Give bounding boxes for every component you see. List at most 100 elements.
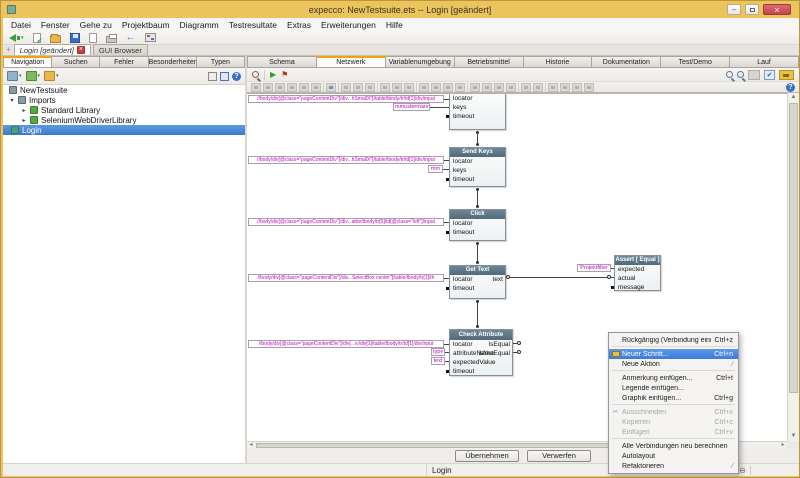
- collapse-icon[interactable]: ⊖: [739, 466, 746, 475]
- menu-item-autolayout[interactable]: Autolayout: [609, 451, 738, 461]
- expander-icon[interactable]: ▸: [21, 117, 27, 124]
- scroll-right-icon[interactable]: ▸: [779, 442, 787, 449]
- diagram-tool-icon[interactable]: [521, 83, 531, 92]
- diagram-tool-icon[interactable]: [287, 83, 297, 92]
- pin-label[interactable]: keys: [453, 166, 466, 175]
- pin-label[interactable]: isNotEqual: [479, 349, 510, 358]
- node-assert-equal[interactable]: Assert [ Equal ] expected actual message: [614, 255, 661, 291]
- diagram-tool-icon[interactable]: [431, 83, 441, 92]
- zoom-out-icon[interactable]: [737, 71, 744, 78]
- accept-button[interactable]: ✔: [33, 33, 41, 43]
- maximize-button[interactable]: [745, 4, 759, 15]
- menu-extras[interactable]: Extras: [282, 19, 316, 31]
- diagram-tool-icon[interactable]: [365, 83, 375, 92]
- diagram-tool-icon[interactable]: [404, 83, 414, 92]
- diagram-tool-icon[interactable]: [419, 83, 429, 92]
- diagram-tool-icon[interactable]: [533, 83, 543, 92]
- diagram-tool-icon[interactable]: [392, 83, 402, 92]
- pin-label[interactable]: expected: [618, 265, 644, 274]
- menu-item-graphik[interactable]: Graphik einfügen... Ctrl+g: [609, 393, 738, 403]
- close-icon[interactable]: ×: [77, 46, 85, 54]
- menu-datei[interactable]: Datei: [6, 19, 36, 31]
- pin-label[interactable]: keys: [453, 103, 466, 112]
- menu-item-anmerkung[interactable]: Anmerkung einfügen... Ctrl+t: [609, 373, 738, 383]
- new-folder-button[interactable]: ▾: [44, 71, 59, 81]
- tab-historie[interactable]: Historie: [524, 56, 593, 68]
- menu-erweiterungen[interactable]: Erweiterungen: [316, 19, 381, 31]
- vertical-scrollbar[interactable]: ▲ ▼: [787, 93, 799, 441]
- tree-item-standard-library[interactable]: ▸ Standard Library: [3, 105, 245, 115]
- pin-label[interactable]: locator: [453, 219, 473, 228]
- diagram-tool-icon[interactable]: [341, 83, 351, 92]
- literal-value[interactable]: mm: [428, 165, 443, 173]
- search-icon[interactable]: [252, 71, 259, 78]
- help-icon[interactable]: ?: [786, 83, 795, 92]
- history-button[interactable]: [145, 33, 156, 42]
- diagram-tool-icon[interactable]: [299, 83, 309, 92]
- diagram-tool-icon[interactable]: [548, 83, 558, 92]
- menu-item-neuer-schritt[interactable]: Neuer Schritt... Ctrl+n: [609, 349, 738, 359]
- tab-test-demo[interactable]: Test/Demo: [661, 56, 730, 68]
- open-button[interactable]: [50, 33, 61, 43]
- run-icon[interactable]: ▶: [270, 70, 276, 80]
- literal-xpath[interactable]: //body/div[@class="pageContentDiv"]/div.…: [248, 218, 444, 226]
- diagram-tool-icon[interactable]: [251, 83, 261, 92]
- print-button[interactable]: [106, 33, 117, 43]
- diagram-tool-icon[interactable]: [380, 83, 390, 92]
- diagram-tool-icon[interactable]: [584, 83, 594, 92]
- tree-item-seleniumwebdriverlibrary[interactable]: ▸ SeleniumWebDriverLibrary: [3, 115, 245, 125]
- diagram-tool-icon[interactable]: [494, 83, 504, 92]
- literal-xpath[interactable]: //body/div[@class="pageContentDiv"]/div.…: [248, 95, 444, 103]
- diagram-tool-icon[interactable]: [455, 83, 465, 92]
- node-check-attribute[interactable]: Check Attribute locatorisEqual attribute…: [449, 329, 513, 376]
- pin-label[interactable]: locator: [453, 157, 473, 166]
- pin-label[interactable]: timeout: [453, 228, 474, 237]
- tab-suchen[interactable]: Suchen: [52, 56, 100, 68]
- scrollbar-thumb[interactable]: [789, 103, 798, 393]
- minimize-button[interactable]: –: [727, 4, 741, 15]
- diagram-tool-icon[interactable]: [326, 83, 336, 92]
- pin-label[interactable]: text: [493, 275, 503, 284]
- tab-dokumentation[interactable]: Dokumentation: [592, 56, 661, 68]
- undo-button[interactable]: ←: [126, 33, 136, 43]
- add-tab-button[interactable]: +: [6, 45, 11, 54]
- pin-label[interactable]: actual: [618, 274, 635, 283]
- new-item-button[interactable]: ▾: [7, 71, 22, 81]
- literal-xpath[interactable]: //body/div[@class="pageContentDiv"]/div.…: [248, 156, 444, 164]
- back-button[interactable]: ▾: [9, 34, 24, 42]
- tab-fehler[interactable]: Fehler: [100, 56, 148, 68]
- scroll-down-icon[interactable]: ▼: [788, 432, 799, 441]
- help-icon[interactable]: ?: [232, 72, 241, 81]
- scroll-left-icon[interactable]: ◂: [247, 442, 255, 449]
- pin-label[interactable]: isEqual: [489, 340, 510, 349]
- diagram-tool-icon[interactable]: [275, 83, 285, 92]
- menu-item-kopieren[interactable]: Kopieren Ctrl+c: [609, 417, 738, 427]
- diagram-tool-icon[interactable]: [560, 83, 570, 92]
- diagram-tool-icon[interactable]: [443, 83, 453, 92]
- tab-login[interactable]: Login [geändert] ×: [14, 44, 91, 55]
- tab-typen[interactable]: Typen: [197, 56, 245, 68]
- scroll-up-icon[interactable]: ▲: [788, 93, 799, 102]
- diagram-tool-icon[interactable]: [506, 83, 516, 92]
- menu-diagramm[interactable]: Diagramm: [175, 19, 224, 31]
- discard-button[interactable]: Verwerfen: [527, 450, 591, 462]
- tab-navigation[interactable]: Navigation: [3, 56, 52, 68]
- menu-projektbaum[interactable]: Projektbaum: [117, 19, 175, 31]
- menu-item-undo[interactable]: Rückgängig (Verbindung einrichten) Ctrl+…: [609, 335, 738, 345]
- diagram-tool-icon[interactable]: [482, 83, 492, 92]
- fit-view-button[interactable]: [748, 70, 760, 80]
- tree-item-newtestsuite[interactable]: NewTestsuite: [3, 85, 245, 95]
- snap-checkbox[interactable]: ✔: [764, 70, 775, 80]
- menu-testresultate[interactable]: Testresultate: [224, 19, 282, 31]
- tab-besonderheiten[interactable]: Besonderheiten: [149, 56, 197, 68]
- tab-lauf[interactable]: Lauf: [730, 56, 799, 68]
- new-library-button[interactable]: ▾: [26, 71, 41, 81]
- close-button[interactable]: ×: [763, 4, 791, 15]
- new-document-button[interactable]: [89, 33, 97, 43]
- pin-label[interactable]: locator: [453, 340, 473, 349]
- breakpoint-icon[interactable]: ⚑: [281, 70, 288, 80]
- literal-value[interactable]: 'Projektfilter': [577, 264, 611, 272]
- tree-item-login[interactable]: Login: [3, 125, 245, 135]
- pin-label[interactable]: timeout: [453, 175, 474, 184]
- diagram-tool-icon[interactable]: [353, 83, 363, 92]
